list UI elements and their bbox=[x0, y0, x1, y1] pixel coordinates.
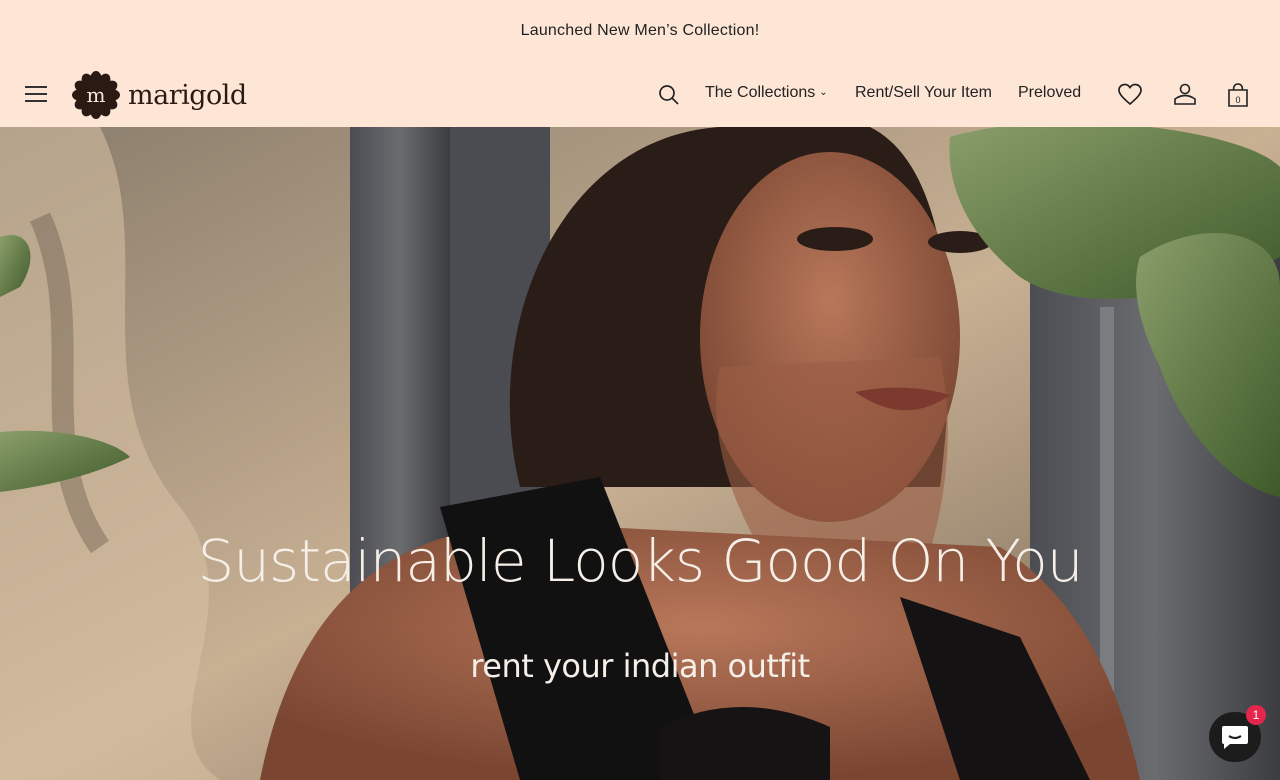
nav-rent-sell[interactable]: Rent/Sell Your Item bbox=[855, 84, 992, 102]
cart-count: 0 bbox=[1235, 95, 1240, 105]
site-header: m marigold The Collections ⌄ Rent/Sell Yo… bbox=[0, 62, 1280, 127]
shopping-bag-icon[interactable]: 0 bbox=[1225, 82, 1251, 108]
chat-icon bbox=[1222, 726, 1248, 749]
hamburger-icon[interactable] bbox=[25, 84, 47, 102]
chevron-down-icon: ⌄ bbox=[819, 87, 828, 98]
hero-banner[interactable]: Sustainable Looks Good On You rent your … bbox=[0, 127, 1280, 780]
hero-title: Sustainable Looks Good On You bbox=[197, 527, 1083, 595]
nav-collections[interactable]: The Collections ⌄ bbox=[705, 84, 828, 102]
brand-logo[interactable]: m marigold bbox=[72, 70, 247, 120]
nav-collections-label: The Collections bbox=[705, 84, 816, 101]
announcement-text[interactable]: Launched New Men’s Collection! bbox=[521, 22, 760, 40]
heart-icon[interactable] bbox=[1117, 82, 1143, 108]
marigold-flower-icon: m bbox=[72, 71, 120, 119]
search-icon[interactable] bbox=[658, 84, 680, 106]
hero-subtitle[interactable]: rent your indian outfit bbox=[0, 647, 1280, 685]
svg-text:m: m bbox=[87, 83, 106, 107]
nav-preloved[interactable]: Preloved bbox=[1018, 84, 1081, 102]
chat-badge: 1 bbox=[1246, 705, 1266, 725]
brand-name: marigold bbox=[128, 79, 247, 111]
announcement-bar: Launched New Men’s Collection! bbox=[0, 0, 1280, 62]
account-icon[interactable] bbox=[1172, 82, 1198, 108]
